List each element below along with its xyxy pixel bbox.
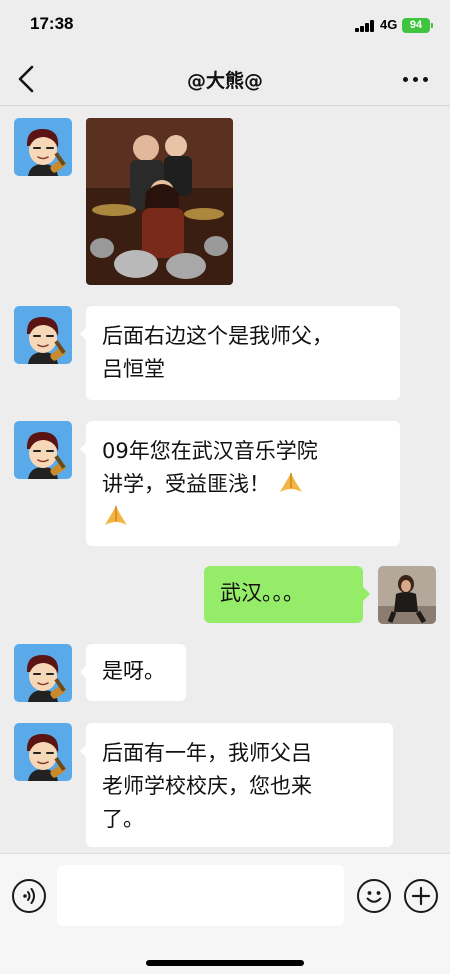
message-text-line: 后面有一年，我师父吕 [102, 741, 312, 765]
more-dots-icon [413, 77, 418, 82]
folded-hands-emoji-icon [279, 473, 302, 492]
avatar[interactable] [14, 306, 72, 364]
message-text-line: 是呀。 [102, 659, 165, 683]
cartoon-guitarist-avatar [14, 644, 72, 702]
message-list[interactable]: 后面右边这个是我师父， 吕恒堂 09年您在武汉音乐学院 讲学，受益匪浅！ 武汉。… [0, 106, 450, 853]
message-text-line: 武汉。。。 [220, 581, 304, 605]
status-time: 17:38 [30, 14, 74, 33]
avatar[interactable] [14, 421, 72, 479]
more-button[interactable] [400, 64, 432, 94]
cartoon-guitarist-avatar [14, 118, 72, 176]
message-text-line: 吕恒堂 [102, 357, 165, 381]
signal-icon [355, 20, 375, 32]
message-input[interactable] [57, 865, 344, 926]
home-indicator [146, 960, 304, 966]
message-bubble[interactable]: 后面右边这个是我师父， 吕恒堂 [86, 306, 400, 400]
message-text-line: 老师学校校庆，您也来 [102, 774, 312, 798]
self-avatar[interactable] [378, 566, 436, 624]
add-button[interactable] [404, 879, 438, 913]
emoji-icon [366, 891, 382, 903]
cartoon-guitarist-avatar [14, 421, 72, 479]
cartoon-guitarist-avatar [14, 306, 72, 364]
avatar[interactable] [14, 118, 72, 176]
avatar[interactable] [14, 723, 72, 781]
input-bar [0, 853, 450, 974]
avatar[interactable] [14, 644, 72, 702]
plus-icon [411, 886, 431, 906]
more-dots-icon [403, 77, 408, 82]
shared-photo[interactable] [86, 118, 233, 285]
message-text-line: 09年您在武汉音乐学院 [102, 439, 318, 463]
cartoon-guitarist-avatar [14, 723, 72, 781]
folded-hands-emoji-icon [105, 506, 127, 525]
nav-bar: @大熊@ [0, 52, 450, 106]
battery-tip [431, 23, 433, 28]
message-text-line: 后面右边这个是我师父， [102, 324, 333, 348]
self-avatar-photo [378, 566, 436, 624]
voice-icon [23, 888, 35, 904]
voice-button[interactable] [12, 879, 46, 913]
chat-title: @大熊@ [186, 70, 263, 92]
band-photo-image [86, 118, 233, 285]
message-bubble[interactable]: 后面有一年，我师父吕 老师学校校庆，您也来 了。 [86, 723, 393, 847]
emoji-button[interactable] [357, 879, 391, 913]
message-bubble[interactable]: 09年您在武汉音乐学院 讲学，受益匪浅！ [86, 421, 400, 546]
battery-icon: 94 [402, 18, 430, 33]
more-dots-icon [423, 77, 428, 82]
status-bar: 17:38 4G 94 [0, 0, 450, 52]
message-bubble-self[interactable]: 武汉。。。 [204, 566, 363, 623]
network-type: 4G [380, 17, 398, 32]
message-bubble[interactable]: 是呀。 [86, 644, 186, 701]
message-text-line: 了。 [102, 807, 144, 831]
message-text-line: 讲学，受益匪浅！ [102, 472, 270, 496]
